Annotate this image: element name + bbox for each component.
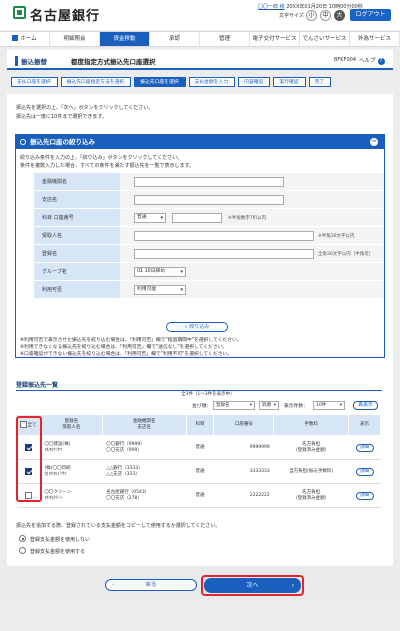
col-bank-branch: 金融機関名 支店名 [101, 414, 187, 436]
filter-row-bank: 金融機関名 [34, 173, 384, 191]
screen-code: BFKF004 [334, 57, 357, 63]
bank-name: 名古屋銀行 [30, 9, 101, 24]
bank-logo-icon [13, 6, 26, 19]
font-size-label: 文字サイズ [279, 13, 304, 19]
filter-panel: 振込先口座の絞り込み − 絞り込み条件を入力の上、「絞り込み」ボタンをクリックし… [15, 134, 385, 358]
search-icon [20, 139, 26, 145]
nav-home[interactable]: ホーム [0, 32, 50, 46]
global-nav: ホーム 明細照会 資金移動 承認 管理 電子交付サービス でんさいサービス 外為… [0, 31, 400, 47]
nav-transfer[interactable]: 資金移動 [100, 32, 150, 46]
filter-row-group: グループ名 01 10日締め [34, 263, 384, 281]
page-category: 振込振替 [15, 56, 47, 66]
step-6: 実行確認 [273, 77, 306, 87]
logout-button[interactable]: ログアウト [350, 9, 391, 21]
filter-warn-1: ※利用可否で表示させた振込先を絞り込む場合は、「利用可否」欄で"経過期間中"を選… [20, 338, 242, 343]
col-type: 科目 [185, 414, 215, 436]
intro-line-2: 振込先は一度に10件まで選択できます。 [16, 114, 107, 120]
list-count: 全3件（1～3件を表示中） [181, 392, 235, 397]
nav-approval[interactable]: 承認 [150, 32, 200, 46]
main-content: 振込先を選択の上、「次へ」ボタンをクリックしてください。 振込先は一度に10件ま… [7, 94, 393, 599]
sort-field-select[interactable]: 登録名 [213, 401, 255, 410]
redisplay-button[interactable]: 再表示 [353, 401, 378, 410]
radio-dot[interactable] [19, 535, 26, 542]
nav-forex[interactable]: 外為サービス [350, 32, 400, 46]
nav-e-delivery[interactable]: 電子交付サービス [250, 32, 300, 46]
filter-note-2: 条件を複数入力した場合、すべての条件を満たす振込先を一覧で表示します。 [20, 163, 194, 169]
bank-name-input[interactable] [134, 177, 284, 187]
home-icon [12, 35, 19, 41]
col-view: 表示 [348, 414, 381, 436]
filter-header[interactable]: 振込先口座の絞り込み − [16, 135, 384, 149]
list-heading: 登録振込先一覧 [16, 380, 382, 391]
title-bar: 振込振替 都度指定方式振込先口座選択 BFKF004 ヘルプ? [7, 50, 393, 70]
filter-warn-2: ※利用できなくなる振込先を絞り込む場合は、「利用可否」欄で"送信なし"を選択して… [20, 345, 228, 350]
table-header-row: 全て 登録名 受取人名 金融機関名 支店名 科目 口座番号 手数料 表示 [16, 414, 381, 436]
help-link[interactable]: ヘルプ? [359, 56, 385, 65]
usable-select[interactable]: 利用可能 [134, 285, 186, 295]
sort-label: 並び順： [192, 404, 212, 409]
payee-name-input[interactable] [134, 231, 314, 241]
step-7: 完了 [308, 77, 332, 87]
user-name[interactable]: 〇〇一郎 様 [258, 4, 285, 10]
chevron-left-icon: ‹ [112, 582, 115, 588]
page: 名古屋銀行 〇〇一郎 様 20XX年01月20日 10時00分00秒 文字サイズ… [0, 0, 400, 631]
filter-warn-3: ※口座確認ができない振込先を絞り込む場合は、「利用可否」欄で"利用不可"を選択し… [20, 352, 233, 357]
nav-statements[interactable]: 明細照会 [50, 32, 100, 46]
step-3-current: 振込先口座を選択 [134, 77, 186, 87]
copy-amount-question: 振込先を追加する際、登録されている支払金額をコピーして使用するか選択してください… [16, 523, 221, 529]
radio-dot[interactable] [19, 547, 26, 554]
account-number-input[interactable] [172, 213, 222, 223]
group-select[interactable]: 01 10日締め [134, 267, 186, 277]
next-highlight [201, 575, 304, 596]
detail-button[interactable]: 詳細 [355, 467, 374, 476]
per-page-select[interactable]: 10件 [313, 401, 345, 410]
nav-densai[interactable]: でんさいサービス [300, 32, 350, 46]
col-account-no: 口座番号 [213, 414, 275, 436]
intro-line-1: 振込先を選択の上、「次へ」ボタンをクリックしてください。 [16, 105, 154, 111]
account-type-select[interactable]: 普通 [134, 213, 166, 223]
nav-admin[interactable]: 管理 [200, 32, 250, 46]
step-indicator: 支払口座を選択 振込先口座指定方法を選択 振込先口座を選択 支払金額を入力 内容… [11, 77, 334, 87]
table-row: 〇〇建設(株) ﾏﾙﾏﾙｹﾝｾﾂ 〇〇銀行（9999） 〇〇支店（999） 普通 9… [16, 435, 381, 460]
filter-form: 金融機関名 支店名 科目 口座番号 普通 ※半角数字7桁以内 受取人名 [34, 173, 384, 299]
registered-name-input[interactable] [134, 249, 314, 259]
collapse-icon[interactable]: − [370, 138, 378, 146]
detail-button[interactable]: 詳細 [355, 491, 374, 500]
filter-row-account: 科目 口座番号 普通 ※半角数字7桁以内 [34, 209, 384, 227]
step-2: 振込先口座指定方法を選択 [60, 77, 132, 87]
help-icon: ? [377, 58, 385, 65]
filter-row-payee: 受取人名 ※半角30文字以内 [34, 227, 384, 245]
per-page-label: 表示件数： [284, 404, 308, 409]
table-row: 〇〇クリーン ﾏﾙﾏﾙｸﾘｰﾝ 名古屋銀行（0543） 〇〇支店（278） 普通 2… [16, 483, 381, 508]
font-medium-button[interactable]: 中 [320, 10, 331, 21]
sort-order-select[interactable]: 昇順 [259, 401, 279, 410]
step-5: 内容確認 [238, 77, 271, 87]
col-fee: 手数料 [273, 414, 349, 436]
step-4: 支払金額を入力 [188, 77, 236, 87]
step-1: 支払口座を選択 [11, 77, 58, 87]
checkbox-highlight [16, 416, 42, 502]
filter-row-usable: 利用可否 利用可能 [34, 281, 384, 299]
table-row: (株)〇〇印刷 ｶ)ﾏﾙﾏﾙｲﾝｻﾂ △△銀行（3333） △△支店（333） 普通… [16, 459, 381, 484]
button-bar [7, 566, 393, 599]
filter-row-reg-name: 登録名 全角30文字以内［半角可］ [34, 245, 384, 263]
page-title: 都度指定方式振込先口座選択 [71, 58, 156, 66]
header: 名古屋銀行 〇〇一郎 様 20XX年01月20日 10時00分00秒 文字サイズ… [0, 0, 400, 30]
filter-note-1: 絞り込み条件を入力の上、「絞り込み」ボタンをクリックしてください。 [20, 155, 183, 161]
font-small-button[interactable]: 小 [306, 10, 317, 21]
radio-no-copy[interactable]: 登録支払金額を使用しない [19, 535, 90, 543]
filter-row-branch: 支店名 [34, 191, 384, 209]
radio-copy[interactable]: 登録支払金額を使用する [19, 547, 85, 555]
payee-table: 全て 登録名 受取人名 金融機関名 支店名 科目 口座番号 手数料 表示 〇〇建設(… [16, 414, 381, 508]
font-large-button[interactable]: 大 [334, 10, 345, 21]
user-info: 〇〇一郎 様 20XX年01月20日 10時00分00秒 [258, 3, 363, 10]
filter-button[interactable]: ⌕ 絞り込み [166, 322, 228, 332]
col-reg-payee: 登録名 受取人名 [39, 414, 103, 436]
detail-button[interactable]: 詳細 [355, 443, 374, 452]
branch-name-input[interactable] [134, 195, 284, 205]
back-button[interactable]: ‹ 戻る [105, 579, 197, 591]
